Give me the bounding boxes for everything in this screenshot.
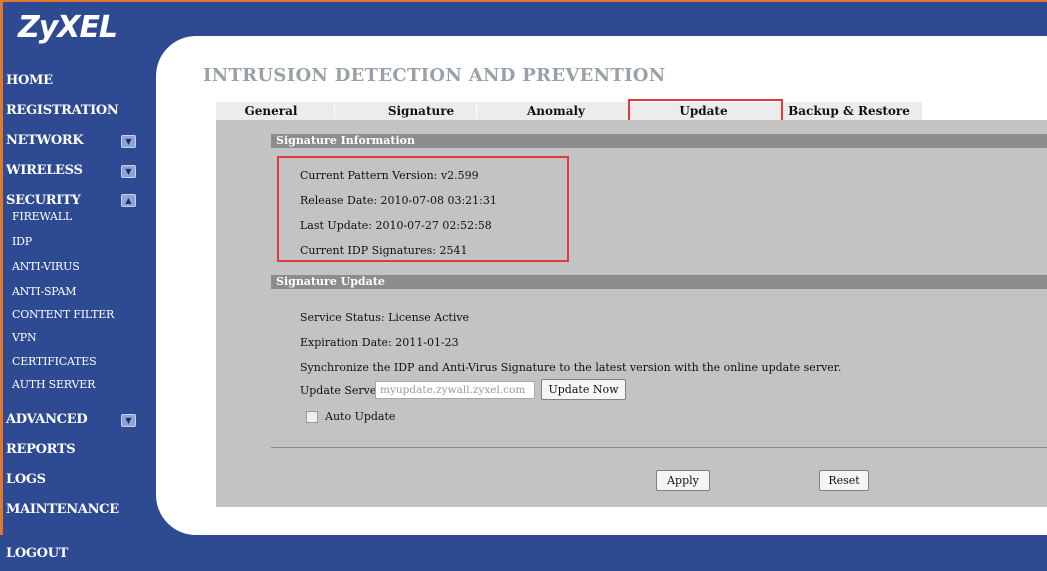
section-header-signature-update: Signature Update	[271, 275, 1047, 289]
nav-advanced[interactable]: ADVANCED	[6, 412, 88, 427]
nav-sub-firewall[interactable]: FIREWALL	[12, 210, 72, 223]
tab-anomaly[interactable]: Anomaly	[486, 102, 626, 120]
bottom-bar	[0, 535, 1047, 571]
apply-button[interactable]: Apply	[656, 470, 710, 491]
highlight-box-signature-info	[277, 156, 569, 262]
page-title: INTRUSION DETECTION AND PREVENTION	[203, 65, 666, 86]
nav-sub-idp[interactable]: IDP	[12, 235, 32, 248]
update-now-button[interactable]: Update Now	[541, 379, 626, 400]
sync-description: Synchronize the IDP and Anti-Virus Signa…	[300, 361, 842, 374]
nav-wireless[interactable]: WIRELESS	[6, 163, 83, 178]
tab-backup-restore[interactable]: Backup & Restore	[784, 102, 914, 120]
nav-logout[interactable]: LOGOUT	[6, 546, 68, 561]
tab-separator	[334, 104, 335, 118]
nav-home[interactable]: HOME	[6, 73, 53, 88]
frame-accent-top	[0, 0, 1047, 2]
reset-button[interactable]: Reset	[819, 470, 869, 491]
nav-sub-auth-server[interactable]: AUTH SERVER	[12, 378, 95, 391]
chevron-down-icon[interactable]: ▼	[121, 165, 136, 178]
nav-sub-anti-spam[interactable]: ANTI-SPAM	[12, 285, 77, 298]
tab-separator	[476, 104, 477, 118]
nav-sub-anti-virus[interactable]: ANTI-VIRUS	[12, 260, 80, 273]
nav-sub-content-filter[interactable]: CONTENT FILTER	[12, 308, 114, 321]
expiration-date: Expiration Date: 2011-01-23	[300, 336, 459, 349]
update-server-label: Update Server:	[300, 384, 386, 397]
nav-sub-vpn[interactable]: VPN	[12, 331, 37, 344]
chevron-down-icon[interactable]: ▼	[121, 414, 136, 427]
frame-accent-left	[0, 0, 3, 571]
auto-update-label: Auto Update	[325, 410, 396, 423]
auto-update-checkbox[interactable]	[306, 411, 318, 423]
nav-network[interactable]: NETWORK	[6, 133, 84, 148]
divider	[271, 447, 1047, 448]
zyxel-logo: ZyXEL	[18, 10, 118, 45]
tab-signature[interactable]: Signature	[346, 102, 496, 120]
nav-logs[interactable]: LOGS	[6, 472, 46, 487]
window-frame: ZyXEL HOME REGISTRATION NETWORK ▼ WIRELE…	[0, 0, 1047, 571]
tab-bar: General Signature Anomaly Update Backup …	[216, 102, 922, 120]
tab-general[interactable]: General	[216, 102, 326, 120]
nav-registration[interactable]: REGISTRATION	[6, 103, 119, 118]
update-server-input[interactable]: myupdate.zywall.zyxel.com	[375, 381, 535, 399]
chevron-up-icon[interactable]: ▲	[121, 194, 136, 207]
nav-security[interactable]: SECURITY	[6, 193, 81, 208]
service-status: Service Status: License Active	[300, 311, 470, 324]
nav-reports[interactable]: REPORTS	[6, 442, 76, 457]
chevron-down-icon[interactable]: ▼	[121, 135, 136, 148]
section-header-signature-information: Signature Information	[271, 134, 1047, 148]
nav-maintenance[interactable]: MAINTENANCE	[6, 502, 119, 517]
nav-sub-certificates[interactable]: CERTIFICATES	[12, 355, 97, 368]
